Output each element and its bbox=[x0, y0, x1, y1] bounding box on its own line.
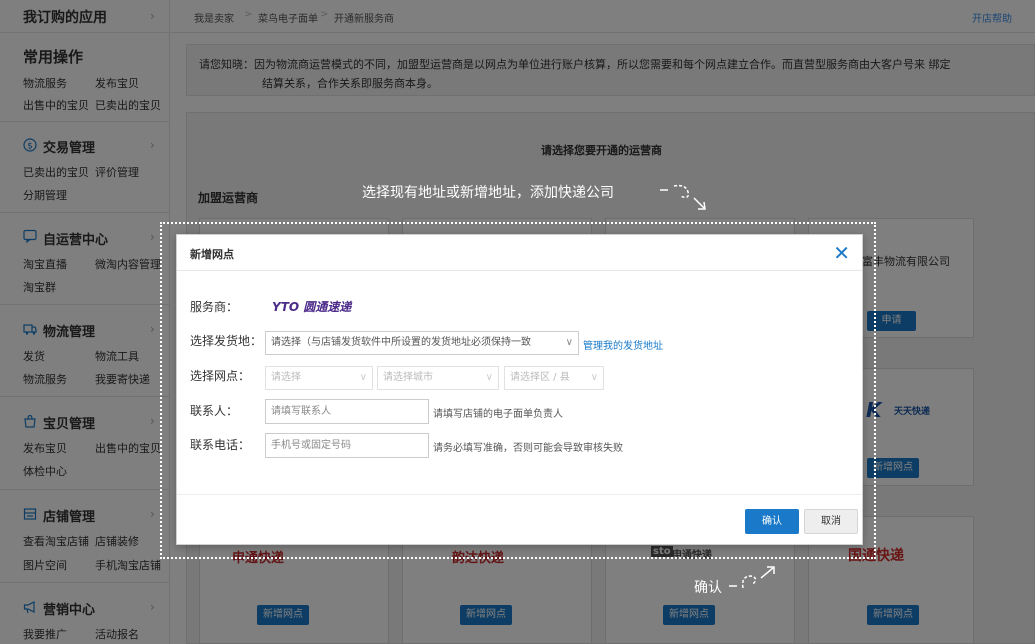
address-label: 选择发货地： bbox=[190, 334, 263, 348]
annotation-bottom: 确认 bbox=[694, 580, 722, 596]
province-select[interactable]: 请选择 ∨ bbox=[265, 366, 373, 390]
address-select-value: 请选择（与店铺发货软件中所设置的发货地址必须保持一致 bbox=[271, 337, 531, 348]
province-select-value: 请选择 bbox=[271, 372, 301, 383]
chevron-down-icon: ∨ bbox=[359, 372, 367, 383]
city-select[interactable]: 请选择城市 ∨ bbox=[377, 366, 499, 390]
annotation-arrow-icon bbox=[660, 184, 706, 210]
annotation-top: 选择现有地址或新增地址，添加快递公司 bbox=[362, 185, 614, 201]
city-select-value: 请选择城市 bbox=[383, 372, 433, 383]
dialog-title: 新增网点 bbox=[190, 248, 234, 261]
dialog-footer-divider bbox=[177, 494, 862, 495]
point-label: 选择网点： bbox=[190, 369, 251, 383]
annotation-arrow-icon bbox=[729, 566, 775, 589]
chevron-down-icon: ∨ bbox=[590, 372, 598, 383]
chevron-down-icon: ∨ bbox=[565, 337, 573, 348]
close-icon[interactable]: ✕ bbox=[833, 241, 850, 265]
phone-input[interactable]: 手机号或固定号码 bbox=[265, 433, 429, 458]
contact-input[interactable]: 请填写联系人 bbox=[265, 399, 429, 424]
district-select[interactable]: 请选择区 / 县 ∨ bbox=[504, 366, 604, 390]
phone-hint: 请务必填写准确，否则可能会导致审核失败 bbox=[433, 443, 623, 454]
cancel-button[interactable]: 取消 bbox=[804, 509, 858, 534]
confirm-button[interactable]: 确认 bbox=[745, 509, 799, 534]
district-select-value: 请选择区 / 县 bbox=[510, 372, 570, 383]
contact-label: 联系人： bbox=[190, 404, 239, 418]
provider-label: 服务商： bbox=[190, 300, 239, 314]
chevron-down-icon: ∨ bbox=[485, 372, 493, 383]
add-point-dialog: 新增网点 ✕ 服务商： YTO 圆通速递 选择发货地： 请选择（与店铺发货软件中… bbox=[176, 234, 863, 545]
contact-hint: 请填写店铺的电子面单负责人 bbox=[433, 409, 563, 420]
yto-logo: YTO 圆通速递 bbox=[272, 300, 352, 314]
address-select[interactable]: 请选择（与店铺发货软件中所设置的发货地址必须保持一致 ∨ bbox=[265, 331, 579, 355]
phone-label: 联系电话： bbox=[190, 438, 251, 452]
manage-address-link[interactable]: 管理我的发货地址 bbox=[583, 337, 663, 352]
dialog-header: 新增网点 ✕ bbox=[177, 235, 862, 271]
